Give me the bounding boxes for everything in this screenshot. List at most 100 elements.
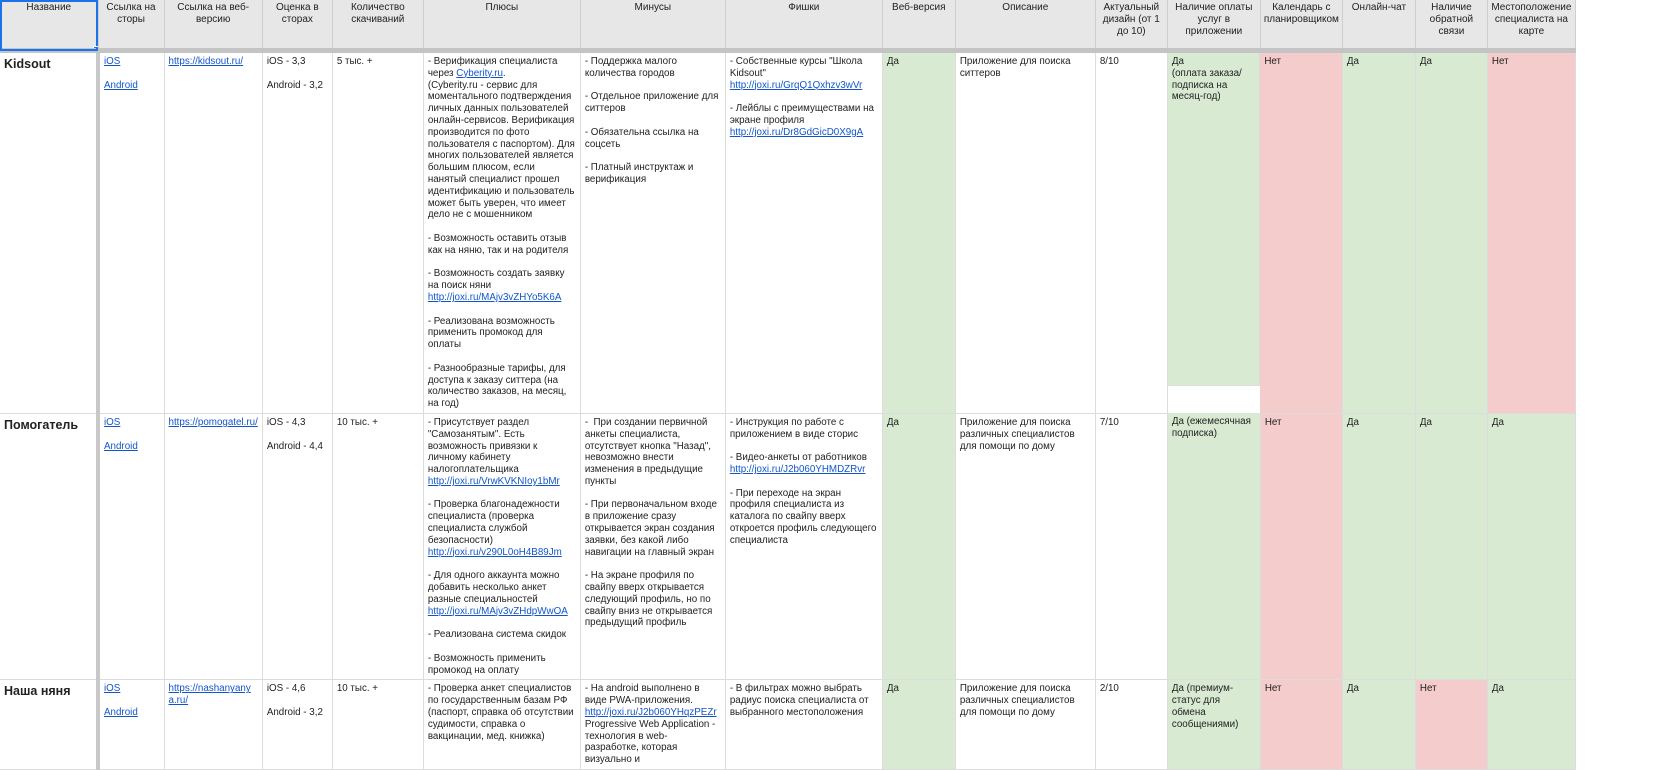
rating-ios: iOS - 4,6: [266, 683, 306, 695]
feature-text: - Лейблы с преимуществами на экране проф…: [729, 103, 877, 126]
header-cell-features[interactable]: Фишки: [725, 0, 883, 53]
rating-ios: iOS - 4,3: [266, 416, 306, 428]
cell-rating[interactable]: iOS - 3,3 Android - 3,2: [262, 50, 333, 414]
cell-pros[interactable]: - Проверка анкет специалистов по государ…: [423, 679, 581, 770]
cell-rating[interactable]: iOS - 4,6 Android - 3,2: [262, 679, 333, 770]
cell-design[interactable]: 2/10: [1095, 679, 1168, 770]
header-cell-rating[interactable]: Оценка в сторах: [262, 0, 333, 53]
header-cell-design[interactable]: Актуальный дизайн (от 1 до 10): [1095, 0, 1168, 53]
cell-downloads[interactable]: 10 тыс. +: [332, 679, 424, 770]
cell-description[interactable]: Приложение для поиска различных специали…: [955, 679, 1096, 770]
cell-chat[interactable]: Да: [1342, 50, 1416, 414]
cell-pros[interactable]: - Верификация специалиста через Cyberity…: [423, 50, 581, 414]
header-cell-name[interactable]: Название: [0, 0, 99, 53]
header-cell-feedback[interactable]: Наличие обратной связи: [1415, 0, 1488, 53]
joxi-link[interactable]: http://joxi.ru/J2b060YHMDZRvr: [730, 464, 866, 475]
cell-stores[interactable]: iOS Android: [98, 50, 165, 414]
header-cell-stores[interactable]: Ссылка на сторы: [98, 0, 165, 53]
ios-link[interactable]: iOS: [104, 417, 160, 429]
header-cell-pros[interactable]: Плюсы: [423, 0, 581, 53]
cell-chat[interactable]: Да: [1342, 679, 1416, 770]
cell-calendar[interactable]: Нет: [1260, 679, 1343, 770]
pros-text: . (Cyberity.ru - сервис для моментальног…: [427, 67, 575, 221]
header-cell-downloads[interactable]: Количество скачиваний: [332, 0, 424, 53]
header-cell-cons[interactable]: Минусы: [580, 0, 726, 53]
cell-name[interactable]: Наша няня: [0, 679, 100, 770]
cell-calendar[interactable]: Нет: [1260, 50, 1343, 414]
header-cell-payment[interactable]: Наличие оплаты услуг в приложении: [1167, 0, 1261, 53]
cell-chat[interactable]: Да: [1342, 413, 1416, 681]
cons-text: - На android выполнено в виде PWA-прилож…: [584, 683, 703, 707]
cell-map[interactable]: Нет: [1487, 50, 1576, 414]
web-link[interactable]: https://kidsout.ru/: [169, 56, 244, 67]
cell-payment[interactable]: Да (оплата заказа/подписка на месяц-год): [1167, 53, 1261, 386]
feature-item: - Лейблы с преимуществами на экране проф…: [730, 103, 878, 138]
cell-downloads[interactable]: 10 тыс. +: [332, 413, 424, 681]
fill-handle[interactable]: [93, 46, 99, 51]
cons-text: Progressive Web Application - технология…: [584, 718, 719, 766]
web-link[interactable]: https://pomogatel.ru/: [169, 417, 258, 428]
cyberity-link[interactable]: Cyberity.ru: [456, 68, 503, 79]
joxi-link[interactable]: http://joxi.ru/GrqQ1Qxhzv3wVr: [730, 80, 862, 91]
cell-features[interactable]: - Собственные курсы "Школа Kidsout" http:…: [725, 50, 883, 414]
joxi-link[interactable]: http://joxi.ru/MAjv3vZHdpWwOA: [428, 606, 568, 617]
cell-name[interactable]: Помогатель: [0, 413, 100, 681]
ios-link[interactable]: iOS: [104, 56, 160, 68]
joxi-link[interactable]: http://joxi.ru/Dr8GdGicD0X9gA: [730, 127, 863, 138]
cell-feedback[interactable]: Нет: [1415, 679, 1488, 770]
web-link[interactable]: https://nashanyanya.ru/: [169, 683, 251, 706]
cell-features[interactable]: - В фильтрах можно выбрать радиус поиска…: [725, 679, 883, 770]
feature-item: - Собственные курсы "Школа Kidsout" http:…: [730, 56, 878, 91]
joxi-link[interactable]: http://joxi.ru/J2b060YHqzPEZr: [585, 707, 717, 718]
cell-stores[interactable]: iOS Android: [98, 679, 165, 770]
cell-rating[interactable]: iOS - 4,3 Android - 4,4: [262, 413, 333, 681]
cell-web-link[interactable]: https://kidsout.ru/: [164, 50, 263, 414]
android-link[interactable]: Android: [104, 707, 160, 719]
cell-cons[interactable]: - Поддержка малого количества городов - …: [580, 50, 726, 414]
cell-web-link[interactable]: https://pomogatel.ru/: [164, 413, 263, 681]
cons-item: - При первоначальном входе в приложение …: [584, 499, 720, 558]
cell-design[interactable]: 8/10: [1095, 50, 1168, 414]
header-cell-description[interactable]: Описание: [955, 0, 1096, 53]
cell-map[interactable]: Да: [1487, 679, 1576, 770]
feature-text: - Собственные курсы "Школа Kidsout": [729, 56, 866, 79]
cell-stores[interactable]: iOS Android: [98, 413, 165, 681]
cell-name[interactable]: Kidsout: [0, 50, 100, 414]
header-label: Название: [26, 2, 72, 13]
feature-text: - Видео-анкеты от работников: [729, 452, 867, 464]
android-link[interactable]: Android: [104, 80, 160, 92]
rating-android: Android - 4,4: [266, 440, 323, 452]
cell-description[interactable]: Приложение для поиска ситтеров: [955, 50, 1096, 414]
cell-feedback[interactable]: Да: [1415, 413, 1488, 681]
cell-pros[interactable]: - Присутствует раздел "Самозанятым". Ест…: [423, 413, 581, 681]
spreadsheet: Название Ссылка на сторы Ссылка на веб-в…: [0, 0, 1576, 770]
header-cell-web-version[interactable]: Веб-версия: [882, 0, 956, 53]
cell-web-version[interactable]: Да: [882, 679, 956, 770]
cell-design[interactable]: 7/10: [1095, 413, 1168, 681]
header-cell-map[interactable]: Местоположение специалиста на карте: [1487, 0, 1576, 53]
header-cell-calendar[interactable]: Календарь с планировщиком: [1260, 0, 1343, 53]
cell-description[interactable]: Приложение для поиска различных специали…: [955, 413, 1096, 681]
cell-calendar[interactable]: Нет: [1260, 413, 1343, 681]
header-cell-web-link[interactable]: Ссылка на веб-версию: [164, 0, 263, 53]
cell-feedback[interactable]: Да: [1415, 50, 1488, 414]
cell-cons[interactable]: - На android выполнено в виде PWA-прилож…: [580, 679, 726, 770]
joxi-link[interactable]: http://joxi.ru/v290L0oH4B89Jm: [428, 547, 562, 558]
table-row: Наша няня iOS Android https://nashanyany…: [0, 679, 1576, 770]
header-cell-chat[interactable]: Онлайн-чат: [1342, 0, 1416, 53]
rating-android: Android - 3,2: [266, 707, 323, 719]
cell-cons[interactable]: - При создании первичной анкеты специали…: [580, 413, 726, 681]
ios-link[interactable]: iOS: [104, 683, 160, 695]
cell-downloads[interactable]: 5 тыс. +: [332, 50, 424, 414]
joxi-link[interactable]: http://joxi.ru/MAjv3vZHYo5K6A: [428, 292, 562, 303]
cell-web-version[interactable]: Да: [882, 413, 956, 681]
cell-payment[interactable]: Да (ежемесячная подписка): [1167, 413, 1261, 681]
cell-map[interactable]: Да: [1487, 413, 1576, 681]
android-link[interactable]: Android: [104, 441, 160, 453]
cell-web-link[interactable]: https://nashanyanya.ru/: [164, 679, 263, 770]
cell-payment[interactable]: Да (премиум-статус для обмена сообщениям…: [1167, 679, 1261, 770]
cell-features[interactable]: - Инструкция по работе с приложением в в…: [725, 413, 883, 681]
pros-text: - Проверка благонадежности специалиста (…: [427, 499, 563, 546]
joxi-link[interactable]: http://joxi.ru/VrwKVKNIoy1bMr: [428, 476, 560, 487]
cell-web-version[interactable]: Да: [882, 50, 956, 414]
